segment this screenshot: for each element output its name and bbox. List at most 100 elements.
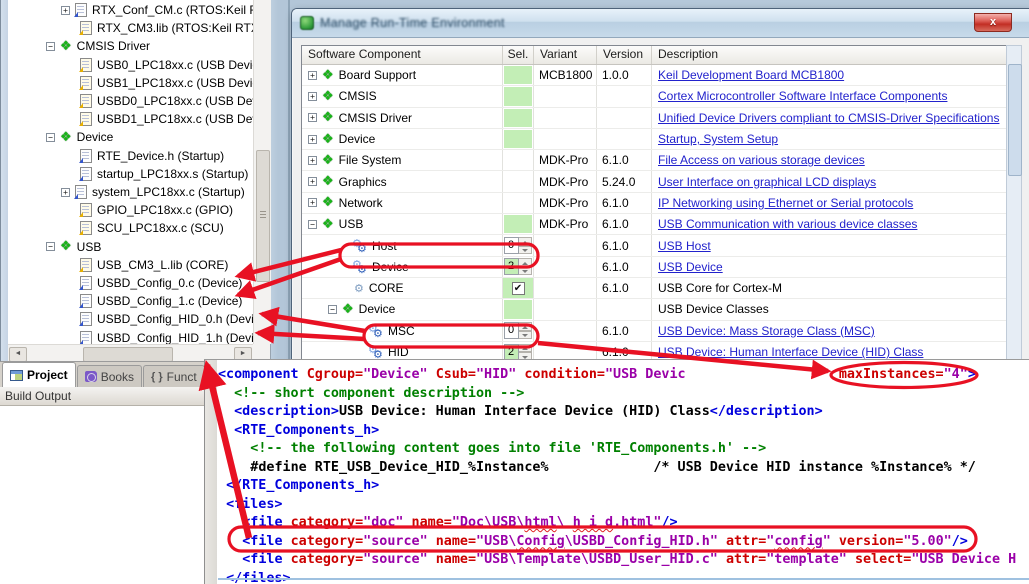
spinner-value[interactable]: 0 [504,237,519,254]
spinner-up-icon[interactable] [519,237,532,246]
scroll-left-arrow-icon[interactable]: ◄ [9,347,27,362]
description-link[interactable]: USB Communication with various device cl… [652,217,917,231]
rte-table-row[interactable]: ⚙⚙Device26.1.0USB Device [302,257,1013,278]
sel-green-fill[interactable] [504,215,532,233]
column-header-version[interactable]: Version [597,46,652,64]
rte-table-row[interactable]: ⚙⚙MSC06.1.0USB Device: Mass Storage Clas… [302,321,1013,342]
rte-table-row[interactable]: ⚙CORE✔6.1.0USB Core for Cortex-M [302,278,1013,299]
tree-item[interactable]: USB1_LPC18xx.c (USB Device:U [8,74,253,92]
expand-plus-icon[interactable]: + [308,92,317,101]
rte-table-row[interactable]: ⚙⚙Host06.1.0USB Host [302,235,1013,256]
tree-item[interactable]: USBD_Config_1.c (Device) [8,292,253,310]
description-link[interactable]: File Access on various storage devices [652,153,865,167]
tree-item[interactable]: RTX_CM3.lib (RTOS:Keil RTX) [8,19,253,37]
description-link[interactable]: USB Device [652,260,723,274]
tree-item[interactable]: RTE_Device.h (Startup) [8,147,253,165]
spinner-up-icon[interactable] [519,258,532,267]
scrollbar-thumb[interactable] [256,150,270,282]
tree-item[interactable]: USB_CM3_L.lib (CORE) [8,256,253,274]
column-header-variant[interactable]: Variant [534,46,597,64]
rte-table-row[interactable]: +❖DeviceStartup, System Setup [302,129,1013,150]
tab-books[interactable]: Books [77,365,142,387]
project-tree[interactable]: +RTX_Conf_CM.c (RTOS:Keil RTRTX_CM3.lib … [8,0,253,344]
spinner-buttons[interactable] [519,258,532,275]
sel-green-fill[interactable] [504,130,532,148]
rte-table-row[interactable]: −❖DeviceUSB Device Classes [302,299,1013,320]
sel-green-fill[interactable] [504,87,532,105]
collapse-minus-icon[interactable]: − [328,305,337,314]
sel-green-fill[interactable] [504,300,532,318]
expand-plus-icon[interactable]: + [308,135,317,144]
rte-table-row[interactable]: +❖CMSISCortex Microcontroller Software I… [302,86,1013,107]
rte-table-row[interactable]: +❖CMSIS DriverUnified Device Drivers com… [302,108,1013,129]
tree-item[interactable]: SCU_LPC18xx.c (SCU) [8,219,253,237]
spinner-down-icon[interactable] [519,267,532,276]
description-link[interactable]: Startup, System Setup [652,132,778,146]
dialog-titlebar[interactable]: Manage Run-Time Environment x [292,9,1029,38]
description-link[interactable]: User Interface on graphical LCD displays [652,175,876,189]
scrollbar-thumb[interactable] [1008,64,1022,176]
rte-table-row[interactable]: +❖File SystemMDK-Pro6.1.0File Access on … [302,150,1013,171]
tab-project[interactable]: Project [2,362,76,387]
rte-table-row[interactable]: +❖GraphicsMDK-Pro5.24.0User Interface on… [302,171,1013,192]
instance-count-spinner[interactable]: 2 [504,258,532,275]
expand-plus-icon[interactable]: + [308,113,317,122]
spinner-up-icon[interactable] [519,322,532,331]
description-link[interactable]: USB Device: Human Interface Device (HID)… [652,345,923,359]
spinner-down-icon[interactable] [519,246,532,255]
spinner-buttons[interactable] [519,344,532,361]
column-header-sel[interactable]: Sel. [503,46,534,64]
spinner-buttons[interactable] [519,237,532,254]
tree-vertical-scrollbar[interactable] [253,0,271,344]
description-link[interactable]: USB Device: Mass Storage Class (MSC) [652,324,875,338]
expand-plus-icon[interactable]: + [61,188,70,197]
instance-count-spinner[interactable]: 0 [504,237,532,254]
description-link[interactable]: Unified Device Drivers compliant to CMSI… [652,111,999,125]
collapse-minus-icon[interactable]: − [46,133,55,142]
tree-item[interactable]: USBD_Config_HID_1.h (Device: [8,329,253,344]
scrollbar-thumb[interactable] [83,347,173,362]
expand-plus-icon[interactable]: + [308,71,317,80]
spinner-value[interactable]: 2 [504,258,519,275]
collapse-minus-icon[interactable]: − [308,220,317,229]
tree-item[interactable]: −❖USB [8,238,253,256]
tree-item[interactable]: −❖CMSIS Driver [8,37,253,55]
spinner-buttons[interactable] [519,322,532,339]
sel-green-fill[interactable] [504,109,532,127]
instance-count-spinner[interactable]: 2 [504,344,532,361]
dialog-vertical-scrollbar[interactable] [1006,45,1022,365]
component-checkbox[interactable]: ✔ [512,282,525,295]
expand-plus-icon[interactable]: + [308,177,317,186]
tree-item[interactable]: USBD_Config_0.c (Device) [8,274,253,292]
tree-item[interactable]: USBD0_LPC18xx.c (USB Device: [8,92,253,110]
description-link[interactable]: Cortex Microcontroller Software Interfac… [652,89,947,103]
description-link[interactable]: Keil Development Board MCB1800 [652,68,844,82]
description-link[interactable]: USB Host [652,239,711,253]
collapse-minus-icon[interactable]: − [46,42,55,51]
spinner-value[interactable]: 2 [504,344,519,361]
rte-table-row[interactable]: +❖NetworkMDK-Pro6.1.0IP Networking using… [302,193,1013,214]
description-link[interactable]: IP Networking using Ethernet or Serial p… [652,196,913,210]
close-button[interactable]: x [974,13,1012,32]
expand-plus-icon[interactable]: + [308,156,317,165]
sel-green-fill[interactable] [504,66,532,84]
tree-item[interactable]: +system_LPC18xx.c (Startup) [8,183,253,201]
spinner-up-icon[interactable] [519,344,532,353]
tree-item[interactable]: startup_LPC18xx.s (Startup) [8,165,253,183]
rte-table-row[interactable]: −❖USBMDK-Pro6.1.0USB Communication with … [302,214,1013,235]
tree-item[interactable]: USBD_Config_HID_0.h (Device: [8,310,253,328]
column-header-software-component[interactable]: Software Component [302,46,503,64]
rte-table-row[interactable]: +❖Board SupportMCB18001.0.0Keil Developm… [302,65,1013,86]
tree-item[interactable]: USB0_LPC18xx.c (USB Device:U [8,56,253,74]
tree-item[interactable]: −❖Device [8,128,253,146]
spinner-value[interactable]: 0 [504,322,519,339]
tab-functions[interactable]: { } Funct [143,365,205,387]
expand-plus-icon[interactable]: + [61,6,70,15]
column-header-description[interactable]: Description [652,46,1013,64]
expand-plus-icon[interactable]: + [308,198,317,207]
tree-item[interactable]: GPIO_LPC18xx.c (GPIO) [8,201,253,219]
collapse-minus-icon[interactable]: − [46,242,55,251]
tree-item[interactable]: USBD1_LPC18xx.c (USB Device: [8,110,253,128]
pack-xml-editor[interactable]: <component Cgroup="Device" Csub="HID" co… [204,359,1029,584]
instance-count-spinner[interactable]: 0 [504,322,532,339]
